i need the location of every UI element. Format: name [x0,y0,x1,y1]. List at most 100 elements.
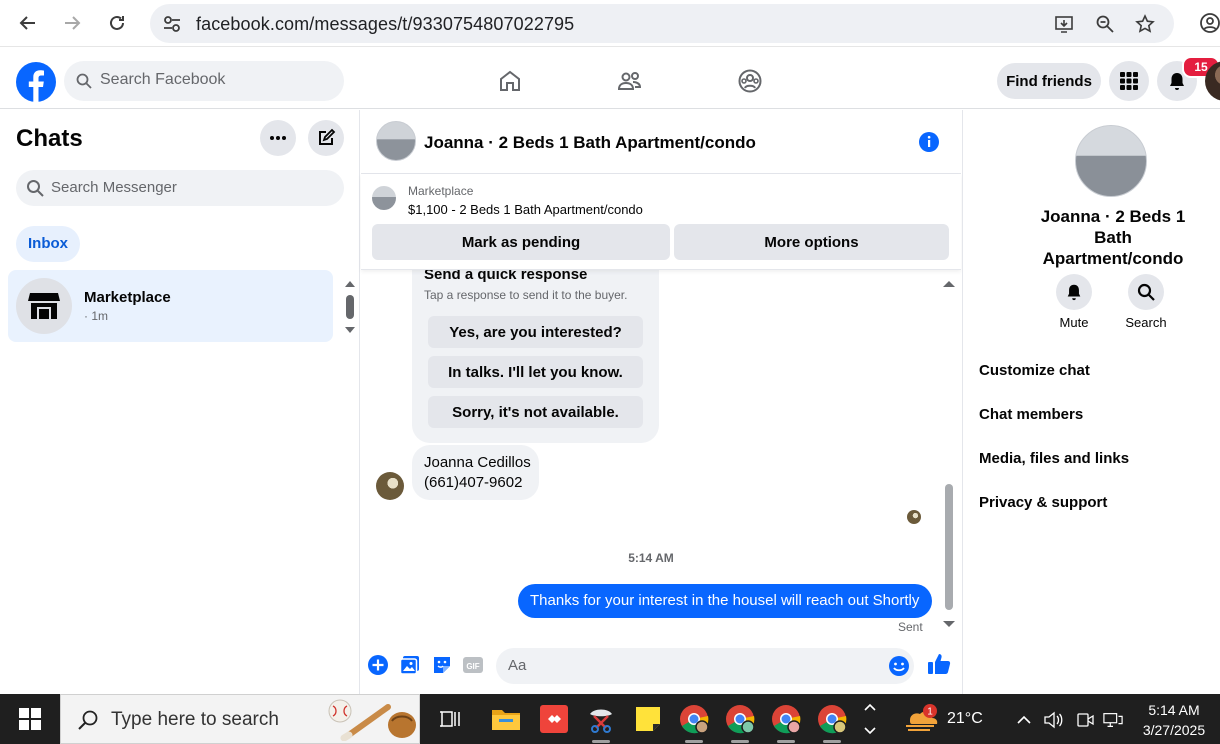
system-clock[interactable]: 5:14 AM 3/27/2025 [1130,700,1218,740]
find-friends-button[interactable]: Find friends [997,63,1101,99]
reload-icon[interactable] [102,9,132,37]
svg-text:GIF: GIF [466,662,479,671]
chat-options-icon[interactable] [260,120,296,156]
bookmark-star-icon[interactable] [1133,13,1157,35]
listing-thumbnail[interactable] [372,186,396,210]
message-composer: GIF [361,646,961,686]
gif-icon[interactable]: GIF [462,654,484,676]
anydesk-app-icon[interactable] [538,703,570,735]
media-files-links-menu-item[interactable]: Media, files and links [979,450,1129,467]
clock-time: 5:14 AM [1148,702,1200,718]
search-label: Search [1125,315,1167,330]
sidebar-scrollbar[interactable] [344,277,356,337]
conversation-header: Joanna · 2 Beds 1 Bath Apartment/condo [361,110,961,174]
facebook-search-input[interactable] [100,71,330,89]
read-receipt-avatar [907,510,921,524]
sent-status: Sent [898,620,923,634]
chat-time: · 1m [84,309,108,323]
network-icon[interactable] [1103,710,1123,730]
add-plus-icon[interactable] [367,654,389,676]
marketplace-store-icon [16,278,72,334]
photo-icon[interactable] [399,654,421,676]
video-camera-icon[interactable] [1075,710,1095,730]
address-bar[interactable]: facebook.com/messages/t/9330754807022795 [150,4,1174,43]
menu-grid-icon[interactable] [1109,61,1149,101]
chrome-profile-1-icon[interactable] [678,703,710,735]
chrome-profile-3-icon[interactable] [770,703,802,735]
volume-icon[interactable] [1043,710,1063,730]
snipping-tool-icon[interactable] [585,703,617,735]
chat-members-menu-item[interactable]: Chat members [979,406,1083,423]
mark-as-pending-button[interactable]: Mark as pending [372,224,670,260]
search-icon [78,710,98,730]
friends-icon[interactable] [615,66,645,96]
active-app-indicator [592,740,610,743]
emoji-icon[interactable] [888,655,910,677]
active-app-indicator [777,740,795,743]
scrollbar-thumb[interactable] [945,484,953,610]
messenger-search-input[interactable] [51,179,331,196]
forward-icon[interactable] [57,9,87,37]
quick-response-button[interactable]: Yes, are you interested? [428,316,643,348]
back-icon[interactable] [13,9,43,37]
weather-alert-badge: 1 [927,707,933,718]
details-name: Joanna · 2 Beds 1 Bath Apartment/condo [1040,207,1186,268]
like-thumb-icon[interactable] [927,652,951,676]
url-text[interactable]: facebook.com/messages/t/9330754807022795 [196,14,574,35]
message-timestamp: 5:14 AM [628,551,674,565]
sticky-notes-icon[interactable] [632,703,664,735]
chat-name: Marketplace [84,289,171,306]
chrome-profile-2-icon[interactable] [724,703,756,735]
privacy-support-menu-item[interactable]: Privacy & support [979,494,1107,511]
chrome-profile-4-icon[interactable] [816,703,848,735]
message-input[interactable] [508,657,878,674]
new-message-icon[interactable] [308,120,344,156]
install-app-icon[interactable] [1052,13,1076,35]
listing-price-title[interactable]: $1,100 - 2 Beds 1 Bath Apartment/condo [408,202,643,217]
customize-chat-menu-item[interactable]: Customize chat [979,362,1090,379]
search-icon [76,73,92,89]
show-hidden-icons-chevron-icon[interactable] [1014,710,1034,730]
sticker-icon[interactable] [431,654,453,676]
sender-avatar[interactable] [376,472,404,500]
task-view-icon[interactable] [434,703,466,735]
quick-response-button[interactable]: In talks. I'll let you know. [428,356,643,388]
conversation-pane: Joanna · 2 Beds 1 Bath Apartment/condo S… [361,110,961,694]
active-app-indicator [685,740,703,743]
more-options-button[interactable]: More options [674,224,949,260]
conversation-avatar[interactable] [376,121,416,161]
facebook-search[interactable] [64,61,344,101]
search-icon[interactable] [1128,274,1164,310]
groups-icon[interactable] [735,66,765,96]
inbox-filter-tab[interactable]: Inbox [16,226,80,262]
message-input-box[interactable] [496,648,914,684]
facebook-header: Find friends 15 [0,52,1220,109]
chat-list-item[interactable]: Marketplace · 1m [8,270,333,342]
marketplace-listing-bar: Marketplace $1,100 - 2 Beds 1 Bath Apart… [361,174,961,270]
active-app-indicator [823,740,841,743]
contact-phone: (661)407-9602 [424,474,523,491]
mute-label: Mute [1059,315,1089,330]
messenger-search[interactable] [16,170,344,206]
taskbar-overflow-chevron-icon[interactable] [860,703,880,735]
listing-label: Marketplace [408,184,474,198]
clock-date: 3/27/2025 [1142,722,1206,738]
temperature[interactable]: 21°C [947,710,983,728]
details-avatar[interactable] [1075,125,1147,197]
baseball-bat-glove-icon [328,699,416,741]
contact-message-bubble: Joanna Cedillos (661)407-9602 [412,445,539,500]
profile-icon[interactable] [1195,9,1220,37]
outgoing-message-bubble: Thanks for your interest in the housel w… [518,584,932,618]
zoom-icon[interactable] [1093,13,1117,35]
facebook-logo-icon[interactable] [16,62,56,102]
conversation-title[interactable]: Joanna · 2 Beds 1 Bath Apartment/condo [424,133,756,153]
info-icon[interactable] [918,131,940,153]
taskbar-search-input[interactable] [111,709,331,731]
windows-start-icon[interactable] [0,694,60,744]
site-settings-icon[interactable] [162,14,182,34]
conversation-scrollbar[interactable] [943,278,955,630]
quick-response-button[interactable]: Sorry, it's not available. [428,396,643,428]
file-explorer-icon[interactable] [490,703,522,735]
mute-bell-icon[interactable] [1056,274,1092,310]
home-icon[interactable] [495,66,525,96]
